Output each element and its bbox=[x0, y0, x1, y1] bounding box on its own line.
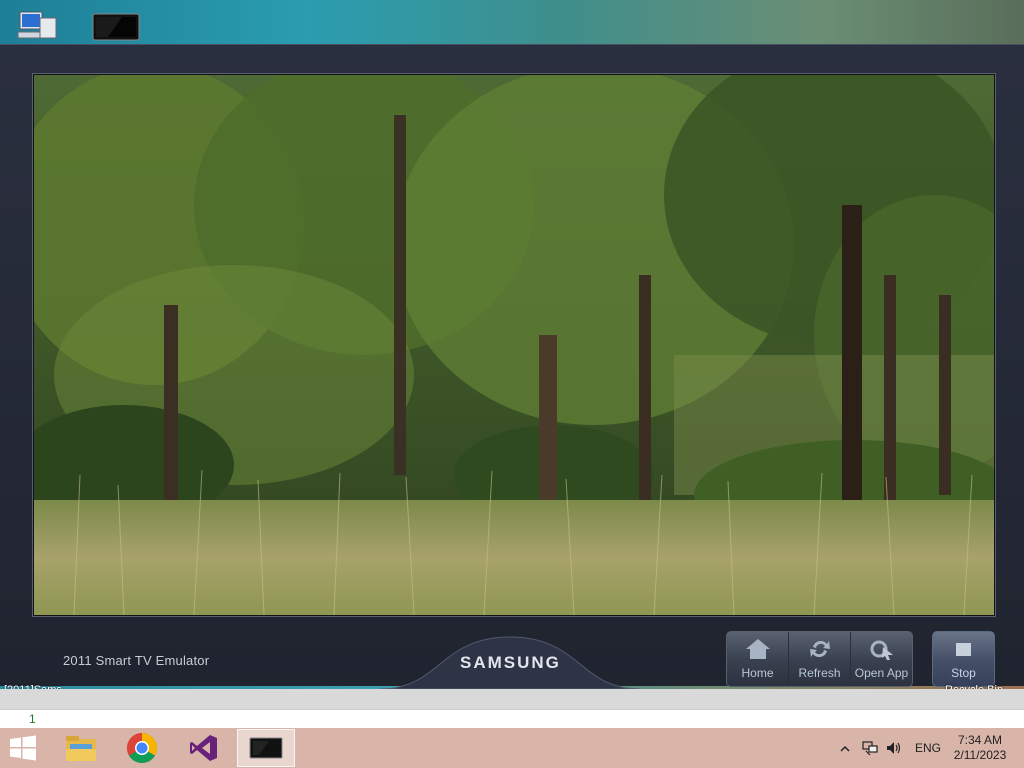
taskbar: ENG 7:34 AM 2/11/2023 bbox=[0, 728, 1024, 768]
refresh-label: Refresh bbox=[798, 666, 841, 680]
chrome-icon bbox=[126, 733, 158, 764]
windows-logo-icon bbox=[10, 735, 36, 761]
visual-studio-icon bbox=[190, 735, 217, 761]
open-app-label: Open App bbox=[854, 666, 909, 680]
stop-label: Stop bbox=[951, 666, 976, 680]
home-icon bbox=[745, 639, 770, 659]
file-explorer-icon bbox=[66, 736, 96, 761]
tv-screen-image bbox=[34, 75, 994, 615]
tv-emulator-window: 2011 Smart TV Emulator SAMSUNG Home Refr… bbox=[0, 44, 1024, 689]
console-strip bbox=[0, 689, 1024, 709]
language-indicator[interactable]: ENG bbox=[915, 741, 941, 755]
home-label: Home bbox=[741, 666, 774, 680]
home-button[interactable]: Home bbox=[727, 632, 789, 686]
volume-icon[interactable] bbox=[885, 739, 903, 757]
start-button[interactable] bbox=[8, 734, 38, 762]
stop-icon bbox=[956, 643, 971, 656]
emulator-button-group: Home Refresh Open App bbox=[726, 631, 913, 687]
refresh-icon bbox=[809, 640, 830, 658]
network-icon[interactable] bbox=[861, 739, 879, 757]
tv-emulator-taskbar-button[interactable] bbox=[237, 729, 295, 767]
open-app-button[interactable]: Open App bbox=[851, 632, 912, 686]
file-explorer-button[interactable] bbox=[52, 729, 110, 767]
samsung-logo: SAMSUNG bbox=[460, 653, 561, 672]
refresh-button[interactable]: Refresh bbox=[789, 632, 851, 686]
console-input-value: 1 bbox=[29, 712, 36, 726]
visual-studio-button[interactable] bbox=[175, 729, 233, 767]
show-hidden-icons-chevron-up-icon[interactable] bbox=[838, 742, 852, 754]
tv-emulator-icon bbox=[249, 737, 283, 759]
computer-icon[interactable] bbox=[14, 8, 62, 44]
emulator-control-bar: 2011 Smart TV Emulator SAMSUNG Home Refr… bbox=[0, 617, 1024, 689]
tv-screen-frame bbox=[32, 73, 996, 617]
tv-emulator-icon[interactable] bbox=[92, 8, 140, 44]
desktop-background bbox=[0, 0, 1024, 46]
stop-button[interactable]: Stop bbox=[932, 631, 995, 687]
emulator-title: 2011 Smart TV Emulator bbox=[63, 653, 210, 668]
system-clock[interactable]: 7:34 AM 2/11/2023 bbox=[950, 733, 1010, 763]
clock-time: 7:34 AM bbox=[957, 733, 1003, 747]
clock-date: 2/11/2023 bbox=[953, 748, 1007, 762]
open-app-icon bbox=[870, 640, 893, 660]
console-input-row[interactable]: 1 bbox=[0, 709, 1024, 730]
chrome-button[interactable] bbox=[113, 729, 171, 767]
